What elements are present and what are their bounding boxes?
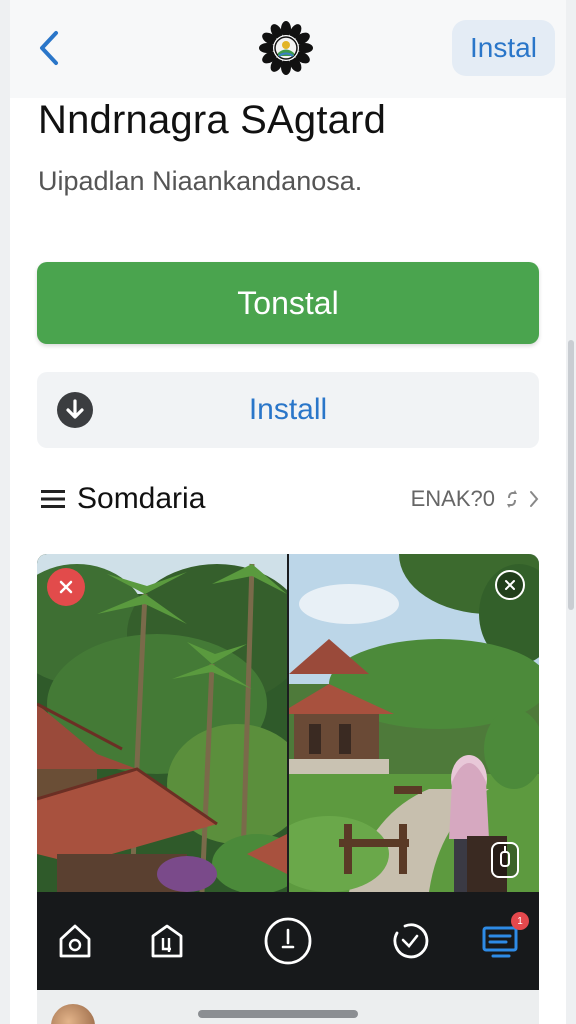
section-title: Somdaria bbox=[77, 482, 206, 515]
app-logo-icon bbox=[258, 20, 314, 76]
close-icon bbox=[59, 580, 73, 594]
chevron-left-icon bbox=[40, 31, 58, 65]
home-icon bbox=[59, 924, 91, 958]
dismiss-badge-icon[interactable] bbox=[495, 570, 525, 600]
phone-icon bbox=[500, 846, 510, 867]
timer-button[interactable] bbox=[263, 916, 313, 966]
media-action-bar: 1 bbox=[37, 892, 539, 990]
scrollbar-thumb[interactable] bbox=[568, 340, 574, 610]
app-store-page: Instal Nndrnagra SAgtard Uipadlan Niaank… bbox=[10, 0, 566, 1024]
install-button-label: Install bbox=[248, 393, 328, 426]
close-media-button[interactable] bbox=[47, 568, 85, 606]
chevron-right-icon bbox=[530, 491, 539, 507]
updates-tab-button[interactable]: 1 bbox=[479, 912, 529, 964]
history-tab-button[interactable] bbox=[387, 918, 431, 964]
device-toggle-icon[interactable] bbox=[491, 842, 519, 878]
store-tab-button[interactable] bbox=[145, 918, 189, 964]
menu-icon[interactable] bbox=[41, 488, 65, 510]
primary-install-button[interactable]: Tonstal bbox=[37, 262, 539, 344]
scroll-track[interactable] bbox=[566, 0, 576, 1024]
notification-badge: 1 bbox=[511, 912, 529, 930]
media-gallery[interactable]: 1 bbox=[37, 554, 539, 990]
header-install-button[interactable]: Instal bbox=[452, 20, 555, 76]
section-more-link[interactable]: ENAK?0 bbox=[411, 486, 539, 512]
app-title: Nndrnagra SAgtard bbox=[38, 98, 387, 142]
store-icon bbox=[151, 924, 183, 958]
home-tab-button[interactable] bbox=[53, 918, 97, 964]
dismiss-x-icon bbox=[505, 580, 515, 590]
sync-icon bbox=[507, 490, 517, 508]
resort-photo-left[interactable] bbox=[37, 554, 287, 892]
avatar bbox=[51, 1004, 95, 1024]
back-button[interactable] bbox=[32, 28, 66, 68]
app-subtitle: Uipadlan Niaankandanosa. bbox=[38, 166, 363, 196]
install-button[interactable]: Install bbox=[37, 372, 539, 448]
page-edge-left bbox=[0, 0, 10, 1024]
section-meta-text: ENAK?0 bbox=[410, 486, 495, 511]
history-icon bbox=[393, 923, 429, 959]
section-header: Somdaria ENAK?0 bbox=[37, 476, 539, 524]
next-card-preview[interactable] bbox=[37, 990, 539, 1024]
home-indicator[interactable] bbox=[198, 1010, 358, 1018]
clock-icon bbox=[264, 917, 312, 965]
top-navigation-bar: Instal bbox=[10, 0, 566, 98]
